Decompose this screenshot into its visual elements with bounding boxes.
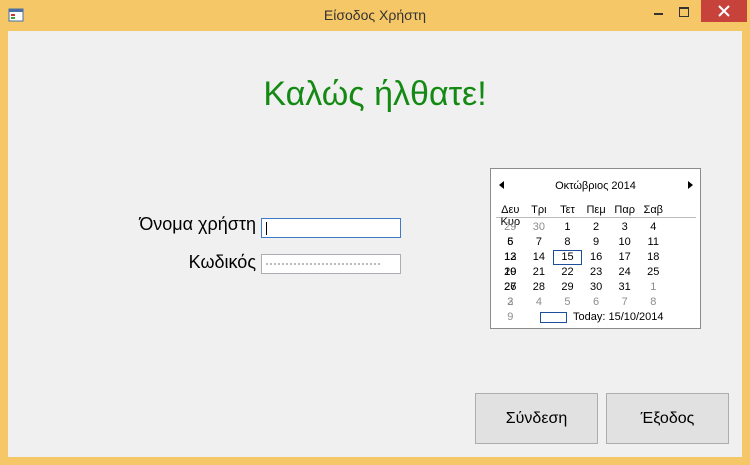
weekday-label: Δευ [501,204,520,216]
calendar-day[interactable]: 10 [610,235,639,250]
text-caret [266,222,267,235]
weekday-label: Σαβ [643,204,664,216]
username-label: Όνομα χρήστη [139,214,256,234]
password-mask [266,263,380,265]
calendar-today-footer[interactable]: Today: 15/10/2014 [491,311,700,325]
close-icon[interactable] [701,0,747,22]
calendar-day[interactable]: 7 [610,295,639,310]
month-calendar[interactable]: Οκτώβριος 2014 Δευ Τρι Τετ Πεμ Παρ ΣαβΚυρ 29 3… [490,168,701,329]
login-window: Είσοδος Χρήστη Καλώς ήλθατε! Όνομα χρήστ… [0,0,750,465]
calendar-day[interactable]: 1 [553,220,582,235]
title-bar[interactable]: Είσοδος Χρήστη [0,0,750,31]
calendar-day[interactable]: 18 [639,250,668,265]
calendar-day[interactable]: 14 [525,250,554,265]
welcome-heading: Καλώς ήλθατε! [263,75,487,113]
calendar-day[interactable]: 7 [525,235,554,250]
calendar-day[interactable]: 20 [496,265,525,280]
calendar-day[interactable]: 3 [496,295,525,310]
calendar-day[interactable]: 4 [639,220,668,235]
username-input[interactable] [261,218,401,238]
calendar-day[interactable]: 23 [582,265,611,280]
calendar-day[interactable]: 6 [496,235,525,250]
form-client-area: Καλώς ήλθατε! Όνομα χρήστη Κωδικός Οκτώβ… [8,31,742,457]
calendar-day[interactable]: 21 [525,265,554,280]
today-marker-icon [540,312,567,323]
calendar-day[interactable]: 27 [496,280,525,295]
calendar-day[interactable]: 11 [639,235,668,250]
calendar-day[interactable]: 13 [496,250,525,265]
calendar-day[interactable]: 1 [639,280,668,295]
calendar-week-row: 20 21 22 23 24 2526 [496,265,696,293]
calendar-day[interactable]: 29 [496,220,525,235]
weekday-label: Τρι [531,204,547,216]
calendar-day[interactable]: 31 [610,280,639,295]
calendar-week-row: 6 7 8 9 10 1112 [496,235,696,263]
weekday-label: Παρ [614,204,635,216]
calendar-day[interactable]: 24 [610,265,639,280]
calendar-day[interactable]: 30 [525,220,554,235]
calendar-day[interactable]: 15 [553,250,582,265]
calendar-day[interactable]: 25 [639,265,668,280]
calendar-day[interactable]: 17 [610,250,639,265]
calendar-week-row: 13 14 15 16 17 1819 [496,250,696,278]
calendar-day[interactable]: 28 [525,280,554,295]
calendar-header: Οκτώβριος 2014 [491,177,700,197]
calendar-week-row: 3 4 5 6 7 89 [496,295,696,323]
calendar-day[interactable]: 9 [582,235,611,250]
minimize-icon[interactable] [645,0,671,22]
calendar-day[interactable]: 2 [582,220,611,235]
calendar-week-row: 27 28 29 30 31 12 [496,280,696,308]
calendar-day[interactable]: 3 [610,220,639,235]
weekday-label: Τετ [560,204,575,216]
calendar-day[interactable]: 6 [582,295,611,310]
calendar-day[interactable]: 16 [582,250,611,265]
calendar-day[interactable]: 29 [553,280,582,295]
window-title: Είσοδος Χρήστη [323,7,427,23]
calendar-day[interactable]: 22 [553,265,582,280]
calendar-days-grid: 29 30 1 2 3 45 6 7 8 9 10 1112 13 14 15 16 17 1819 20 21 22 2… [496,220,696,323]
exit-button[interactable]: Έξοδος [606,393,729,444]
calendar-day[interactable]: 4 [525,295,554,310]
calendar-weekdays: Δευ Τρι Τετ Πεμ Παρ ΣαβΚυρ [496,204,696,228]
weekday-label: Πεμ [586,204,606,216]
calendar-day[interactable]: 8 [639,295,668,310]
calendar-month-title[interactable]: Οκτώβριος 2014 [491,180,700,192]
password-input[interactable] [261,254,401,274]
calendar-week-row: 29 30 1 2 3 45 [496,220,696,248]
today-label[interactable]: Today: 15/10/2014 [573,311,664,323]
calendar-day[interactable]: 30 [582,280,611,295]
password-label: Κωδικός [188,252,256,272]
calendar-day[interactable]: 5 [553,295,582,310]
maximize-icon[interactable] [671,0,697,22]
next-month-icon[interactable] [688,181,693,189]
login-button[interactable]: Σύνδεση [475,393,598,444]
calendar-day[interactable]: 8 [553,235,582,250]
